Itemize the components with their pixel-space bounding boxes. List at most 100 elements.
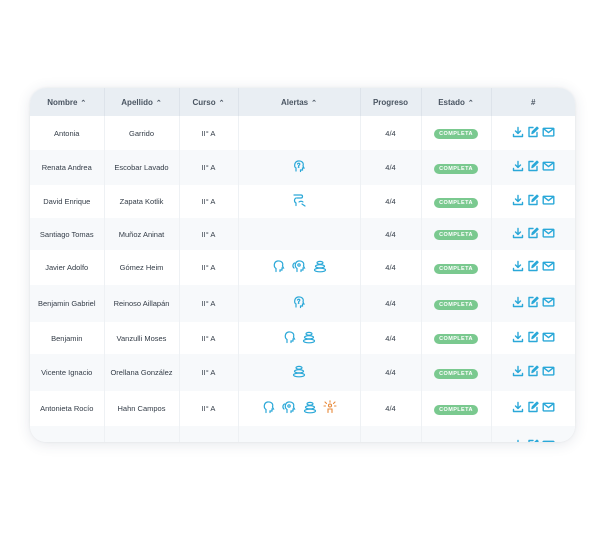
cell-alertas: [238, 285, 361, 322]
download-icon[interactable]: [512, 401, 524, 413]
stones-stack-icon[interactable]: [292, 364, 306, 378]
cell-apellido: Escobar Lavado: [104, 150, 180, 185]
sort-arrow-icon: ⌃: [155, 99, 162, 107]
heads-group-icon[interactable]: [291, 259, 307, 273]
cell-curso: II° A: [179, 185, 239, 218]
cell-progreso: 4/4: [360, 285, 422, 322]
stones-stack-icon[interactable]: [303, 400, 317, 414]
cell-nombre: Santiago Tomas: [30, 218, 105, 250]
cell-acciones: [491, 391, 575, 426]
cell-curso: II° A: [179, 391, 239, 426]
cell-apellido: Gómez Heim: [104, 250, 180, 285]
cell-nombre: Antonieta Rocío: [30, 391, 105, 426]
burst-person-icon[interactable]: [322, 400, 337, 414]
download-icon[interactable]: [512, 160, 524, 172]
row-actions: [512, 160, 555, 172]
row-actions: [512, 126, 555, 138]
edit-icon[interactable]: [527, 439, 539, 442]
cell-alertas: [238, 391, 361, 426]
table-row: Benjamin Vanzulli Moses II° A 4/4 COMPLETA: [30, 322, 575, 354]
cell-curso: II° A: [179, 426, 239, 442]
mail-icon[interactable]: [542, 160, 555, 172]
status-badge: COMPLETA: [434, 404, 478, 415]
sort-arrow-icon: ⌃: [218, 99, 225, 107]
mail-icon[interactable]: [542, 227, 555, 239]
mail-icon[interactable]: [542, 260, 555, 272]
table-row: Joaquin MatíasSusperreguyII° A 4/4COMPLET…: [30, 426, 575, 442]
cell-alertas: [238, 116, 361, 150]
status-badge: COMPLETA: [434, 129, 478, 139]
edit-icon[interactable]: [527, 260, 539, 272]
cell-acciones: [491, 426, 575, 442]
sort-arrow-icon: ⌃: [311, 99, 317, 107]
edit-icon[interactable]: [527, 296, 539, 308]
cell-apellido: Muñoz Aninat: [104, 218, 180, 250]
col-header-curso[interactable]: Curso ⌃: [179, 88, 239, 116]
mail-icon[interactable]: [542, 365, 555, 377]
cell-progreso: 4/4: [360, 322, 422, 354]
cell-progreso: 4/4: [360, 185, 422, 218]
download-icon[interactable]: [512, 194, 524, 206]
cell-acciones: [491, 285, 575, 322]
alert-icons: [283, 330, 316, 344]
cell-nombre: Joaquin Matías: [30, 426, 105, 442]
mail-icon[interactable]: [542, 296, 555, 308]
edit-icon[interactable]: [527, 227, 539, 239]
mail-icon[interactable]: [542, 194, 555, 206]
download-icon[interactable]: [512, 126, 524, 138]
status-badge: COMPLETA: [434, 197, 478, 208]
row-actions: [512, 401, 555, 413]
alert-icons: [291, 193, 307, 207]
edit-icon[interactable]: [527, 160, 539, 172]
cell-curso: II° A: [179, 250, 239, 285]
head-question-icon[interactable]: [292, 295, 306, 309]
cell-progreso: 4/4: [360, 426, 422, 442]
head-profile-icon[interactable]: [272, 259, 285, 273]
download-icon[interactable]: [512, 331, 524, 343]
head-profile-icon[interactable]: [283, 330, 296, 344]
stones-stack-icon[interactable]: [302, 330, 316, 344]
col-header-nombre[interactable]: Nombre ⌃: [30, 88, 105, 116]
cell-apellido: Vanzulli Moses: [104, 322, 180, 354]
head-question-icon[interactable]: [292, 159, 306, 173]
cell-estado: COMPLETA: [421, 426, 492, 442]
alert-icons: [272, 259, 327, 273]
stones-stack-icon[interactable]: [313, 259, 327, 273]
head-profile-icon[interactable]: [262, 400, 275, 414]
cell-nombre: Antonia: [30, 116, 105, 150]
mail-icon[interactable]: [542, 331, 555, 343]
table-row: Santiago Tomas Muñoz Aninat II° A 4/4 COMPLE…: [30, 218, 575, 250]
mail-icon[interactable]: [542, 401, 555, 413]
row-actions: [512, 365, 555, 377]
table-row: David Enrique Zapata Kotlik II° A 4/4 COMPLE…: [30, 185, 575, 218]
status-badge: COMPLETA: [434, 368, 478, 379]
download-icon[interactable]: [512, 439, 524, 442]
cell-alertas: [238, 218, 361, 250]
edit-icon[interactable]: [527, 194, 539, 206]
cell-nombre: Renata Andrea: [30, 150, 105, 185]
cell-curso: II° A: [179, 285, 239, 322]
download-icon[interactable]: [512, 260, 524, 272]
table-row: Vicente Ignacio Orellana González II° A 4/4…: [30, 354, 575, 391]
cell-nombre: Javier Adolfo: [30, 250, 105, 285]
cell-curso: II° A: [179, 150, 239, 185]
col-header-alertas[interactable]: Alertas ⌃: [238, 88, 361, 116]
edit-icon[interactable]: [527, 401, 539, 413]
edit-icon[interactable]: [527, 331, 539, 343]
cell-curso: II° A: [179, 322, 239, 354]
edit-icon[interactable]: [527, 365, 539, 377]
edit-icon[interactable]: [527, 126, 539, 138]
status-badge: COMPLETA: [434, 230, 478, 240]
mail-icon[interactable]: [542, 439, 555, 442]
cell-acciones: [491, 185, 575, 218]
cell-progreso: 4/4: [360, 250, 422, 285]
col-header-apellido[interactable]: Apellido ⌃: [104, 88, 180, 116]
download-icon[interactable]: [512, 227, 524, 239]
col-header-estado[interactable]: Estado ⌃: [421, 88, 492, 116]
download-icon[interactable]: [512, 365, 524, 377]
heads-group-icon[interactable]: [281, 400, 297, 414]
mail-icon[interactable]: [542, 126, 555, 138]
cell-acciones: [491, 218, 575, 250]
download-icon[interactable]: [512, 296, 524, 308]
head-sad-icon[interactable]: [291, 193, 307, 207]
